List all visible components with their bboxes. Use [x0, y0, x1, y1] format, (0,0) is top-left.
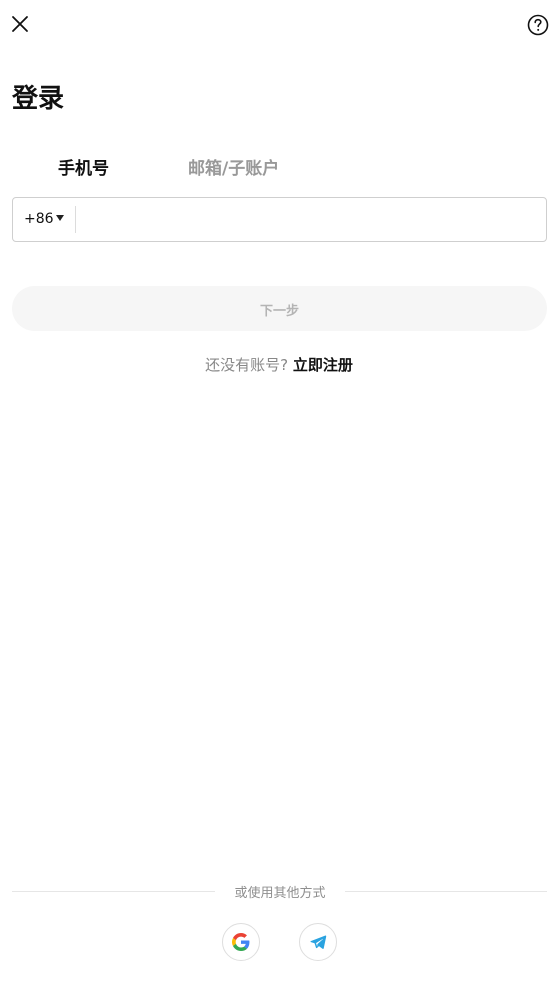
divider-line: [345, 891, 547, 892]
next-button[interactable]: 下一步: [12, 286, 547, 331]
other-login-divider: 或使用其他方式: [12, 882, 547, 901]
login-method-tabs: 手机号 邮箱/子账户: [12, 154, 546, 182]
telegram-icon: [310, 935, 327, 949]
register-prompt: 还没有账号? 立即注册: [0, 354, 558, 375]
google-login-button[interactable]: [222, 923, 260, 961]
register-link[interactable]: 立即注册: [293, 356, 353, 374]
google-icon: [232, 933, 250, 951]
country-code-label: +86: [24, 211, 54, 227]
telegram-login-button[interactable]: [299, 923, 337, 961]
phone-number-input[interactable]: [77, 198, 545, 241]
no-account-text: 还没有账号?: [205, 356, 289, 374]
tab-phone[interactable]: 手机号: [58, 154, 109, 179]
close-icon: [12, 16, 28, 32]
other-login-label: 或使用其他方式: [234, 886, 326, 901]
phone-input-group: +86: [12, 197, 547, 242]
divider-line: [12, 891, 215, 892]
close-button[interactable]: [8, 12, 32, 36]
help-circle-icon: [527, 14, 549, 36]
tab-email-subaccount[interactable]: 邮箱/子账户: [188, 154, 279, 179]
caret-down-icon: [56, 215, 64, 221]
country-code-select[interactable]: +86: [13, 198, 75, 241]
help-button[interactable]: [526, 13, 550, 37]
page-title: 登录: [12, 84, 65, 114]
next-button-label: 下一步: [259, 303, 299, 318]
divider: [75, 206, 76, 233]
